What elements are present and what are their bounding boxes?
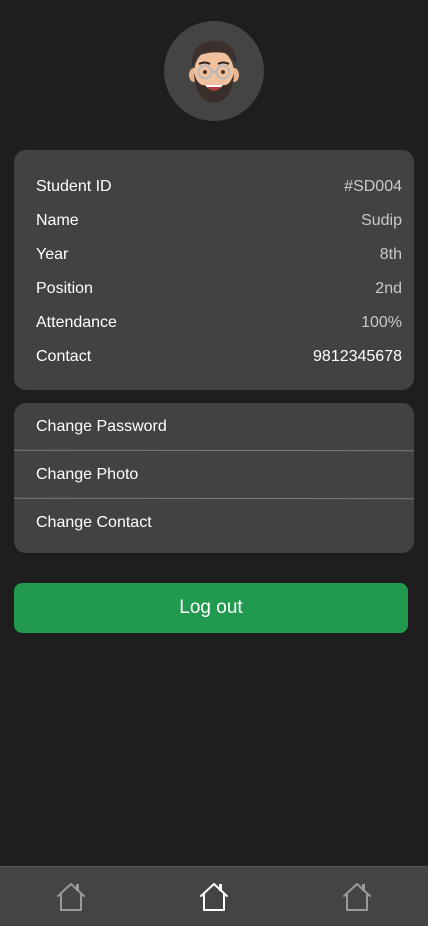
info-row-student-id: Student ID #SD004 [36,170,402,204]
info-value: #SD004 [344,178,402,195]
info-value: 2nd [375,280,402,297]
change-password-button[interactable]: Change Password [14,403,414,450]
info-row-attendance: Attendance 100% [36,306,402,340]
change-photo-button[interactable]: Change Photo [14,451,414,498]
info-value: 100% [361,314,402,331]
avatar[interactable] [164,21,264,121]
info-label: Position [36,280,93,297]
settings-card: Change Password Change Photo Change Cont… [14,403,414,553]
info-value: 8th [379,246,402,263]
info-label: Student ID [36,178,112,195]
info-row-name: Name Sudip [36,204,402,238]
info-row-contact: Contact 9812345678 [36,340,402,374]
memoji-avatar-icon [189,40,239,103]
info-label: Contact [36,348,92,365]
home-icon [57,883,85,911]
nav-home-button-left[interactable] [55,881,87,913]
home-icon [343,883,371,911]
info-label: Year [36,246,69,263]
info-row-year: Year 8th [36,238,402,272]
nav-home-button-center[interactable] [198,881,230,913]
home-icon [200,883,228,911]
change-contact-button[interactable]: Change Contact [14,499,414,546]
info-label: Name [36,212,79,229]
info-value: 9812345678 [313,348,402,365]
info-value: Sudip [361,212,402,229]
info-label: Attendance [36,314,117,331]
bottom-nav [0,866,428,926]
info-row-position: Position 2nd [36,272,402,306]
nav-home-button-right[interactable] [341,881,373,913]
logout-button[interactable]: Log out [14,583,408,633]
student-info-card: Student ID #SD004 Name Sudip Year 8th Po… [14,150,414,390]
